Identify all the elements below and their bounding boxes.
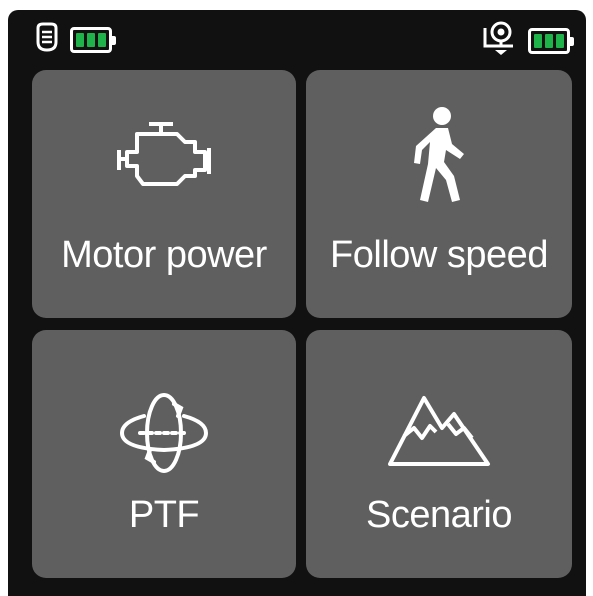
gimbal-battery-icon — [528, 27, 574, 54]
battery-cell — [545, 33, 553, 48]
motor-power-label: Motor power — [61, 234, 267, 276]
engine-icon — [32, 120, 296, 190]
gimbal-icon — [482, 20, 516, 61]
status-bar — [8, 10, 586, 68]
controller-icon — [34, 22, 60, 57]
status-right-group — [482, 20, 574, 61]
battery-cell — [76, 32, 84, 47]
scenario-label: Scenario — [366, 494, 512, 536]
device-screen: Motor power Follow speed PTF Scenario — [8, 10, 586, 596]
status-left-group — [34, 22, 116, 57]
rotation-axes-icon — [32, 390, 296, 476]
battery-cell — [534, 33, 542, 48]
menu-grid: Motor power Follow speed PTF Scenario — [32, 70, 574, 580]
follow-speed-tile[interactable]: Follow speed — [306, 70, 572, 318]
mountain-icon — [306, 394, 572, 468]
battery-cell — [87, 32, 95, 47]
follow-speed-label: Follow speed — [330, 234, 548, 276]
battery-cell — [556, 33, 564, 48]
motor-power-tile[interactable]: Motor power — [32, 70, 296, 318]
walking-person-icon — [306, 106, 572, 204]
scenario-tile[interactable]: Scenario — [306, 330, 572, 578]
ptf-tile[interactable]: PTF — [32, 330, 296, 578]
controller-battery-icon — [70, 26, 116, 53]
ptf-label: PTF — [128, 494, 200, 536]
battery-cell — [98, 32, 106, 47]
